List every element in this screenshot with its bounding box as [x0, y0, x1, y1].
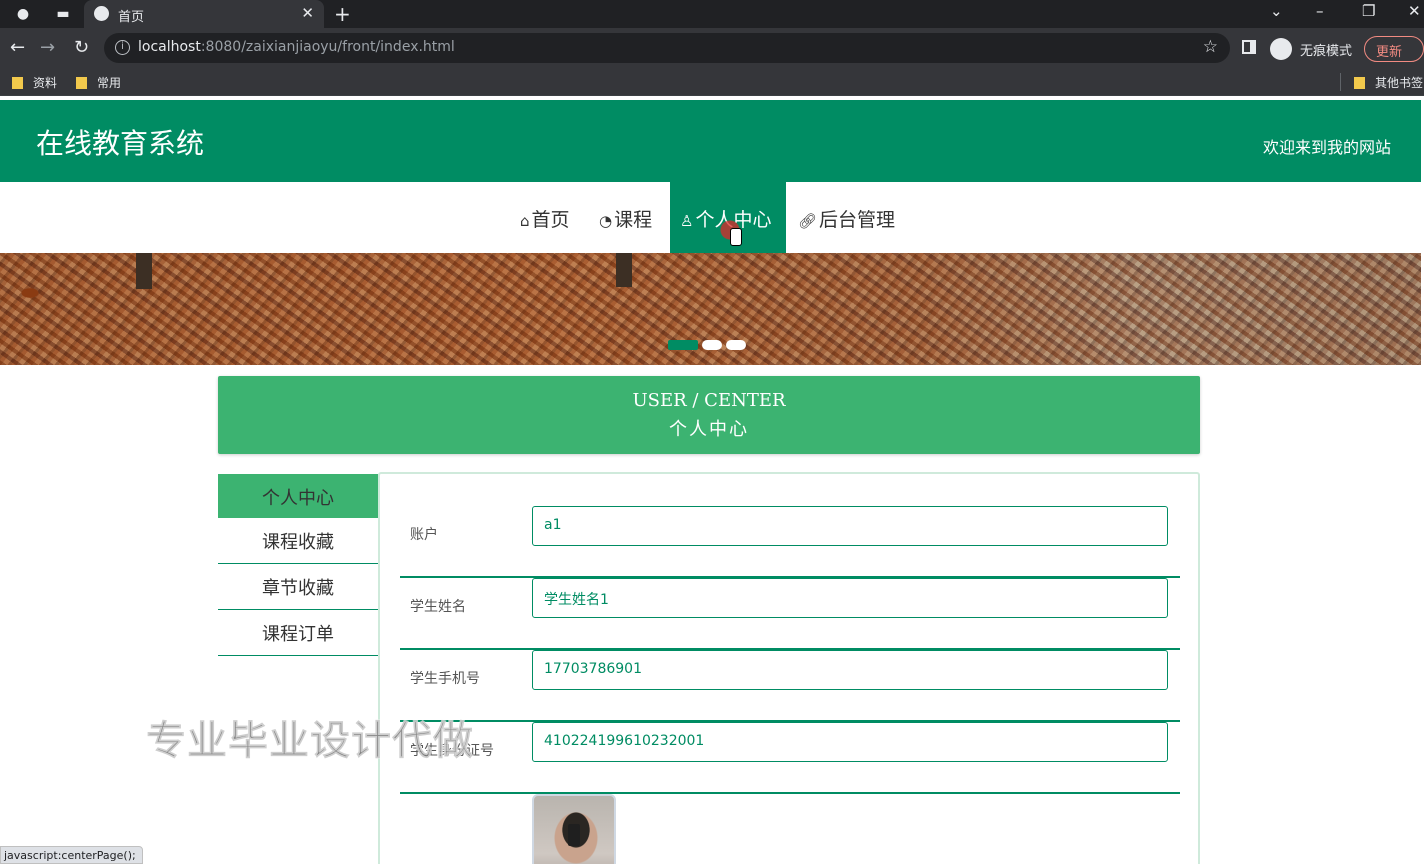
dashboard-icon: ◔ — [599, 212, 613, 230]
page-viewport: 在线教育系统 欢迎来到我的网站 ⌂首页 ◔课程 ♙个人中心 🔗︎后台管理 USE… — [0, 96, 1424, 864]
account-input[interactable]: a1 — [532, 506, 1168, 546]
window-close-icon[interactable]: ✕ — [1408, 2, 1421, 20]
main-nav: ⌂首页 ◔课程 ♙个人中心 🔗︎后台管理 — [0, 182, 1421, 253]
sidebar-item-user-center[interactable]: 个人中心 — [218, 474, 378, 518]
user-sidebar: 个人中心 课程收藏 章节收藏 课程订单 — [218, 474, 378, 656]
mouse-cursor-icon — [718, 218, 744, 246]
sidebar-item-chapter-favorites[interactable]: 章节收藏 — [218, 564, 378, 610]
carousel-dot-3[interactable] — [726, 340, 746, 350]
incognito-icon — [1270, 38, 1292, 60]
browser-tab[interactable]: 首页 ✕ — [84, 0, 324, 28]
student-name-input[interactable]: 学生姓名1 — [532, 578, 1168, 618]
user-center-header: USER / CENTER 个人中心 — [218, 376, 1200, 454]
nav-courses[interactable]: ◔ 课程 — [599, 182, 652, 253]
browser-tab-bar: ● ▬ 首页 ✕ + ⌄ – ❐ ✕ — [0, 0, 1424, 28]
nav-admin-label: 后台管理 — [819, 209, 896, 231]
user-icon: ♙ — [680, 212, 694, 230]
side-panel-icon[interactable] — [1242, 40, 1256, 54]
bookmark-folder-changyong[interactable]: 常用 — [76, 74, 121, 91]
form-row-name: 学生姓名 学生姓名1 — [400, 578, 1180, 650]
restore-icon[interactable]: ❐ — [1362, 2, 1375, 20]
update-button[interactable]: 更新 — [1364, 36, 1424, 62]
reload-icon[interactable]: ↻ — [74, 37, 89, 58]
link-icon: 🔗︎ — [798, 212, 818, 230]
minimize-icon[interactable]: – — [1316, 2, 1324, 20]
tab-close-icon[interactable]: ✕ — [301, 4, 314, 22]
bookmark-star-icon[interactable]: ☆ — [1203, 37, 1218, 57]
globe-icon — [94, 6, 109, 21]
carousel-dot-2[interactable] — [702, 340, 722, 350]
update-label: 更新 — [1376, 45, 1403, 60]
tab-title: 首页 — [118, 10, 145, 25]
bookmarks-bar: 资料 常用 其他书签 — [0, 68, 1424, 96]
nav-home-label: 首页 — [531, 209, 570, 231]
nav-courses-label: 课程 — [614, 209, 653, 231]
site-header: 在线教育系统 欢迎来到我的网站 — [0, 100, 1421, 182]
profile-form: 账户 a1 学生姓名 学生姓名1 学生手机号 17703786901 学生身份证… — [378, 472, 1200, 864]
student-phone-input[interactable]: 17703786901 — [532, 650, 1168, 690]
form-row-phone: 学生手机号 17703786901 — [400, 650, 1180, 722]
sidebar-item-course-orders[interactable]: 课程订单 — [218, 610, 378, 656]
tab-search-icon[interactable]: ▬ — [54, 5, 72, 23]
folder-icon — [12, 77, 23, 89]
incognito-label: 无痕模式 — [1300, 44, 1353, 59]
student-phone-label: 学生手机号 — [410, 671, 480, 687]
account-label: 账户 — [410, 527, 438, 543]
welcome-text: 欢迎来到我的网站 — [1262, 138, 1391, 157]
url-text[interactable]: localhost:8080/zaixianjiaoyu/front/index… — [138, 39, 455, 55]
banner-carousel[interactable] — [0, 253, 1421, 365]
browser-toolbar: ← → ↻ i localhost:8080/zaixianjiaoyu/fro… — [0, 28, 1424, 68]
other-bookmarks[interactable]: 其他书签 — [1354, 74, 1423, 91]
avatar[interactable] — [532, 794, 616, 864]
bookmark-folder-ziliao[interactable]: 资料 — [12, 74, 57, 91]
form-row-id-card: 学生身份证号 410224199610232001 — [400, 722, 1180, 794]
header-title-en: USER / CENTER — [632, 390, 786, 411]
browser-menu-icon[interactable]: ● — [14, 5, 32, 23]
site-title: 在线教育系统 — [36, 127, 205, 160]
carousel-dot-1[interactable] — [668, 340, 698, 350]
bookmarks-divider — [1340, 73, 1341, 91]
site-info-icon[interactable]: i — [115, 40, 130, 55]
nav-admin[interactable]: 🔗︎ 后台管理 — [798, 182, 895, 253]
sidebar-item-course-favorites[interactable]: 课程收藏 — [218, 518, 378, 564]
new-tab-icon[interactable]: + — [334, 2, 351, 26]
tab-list-chevron-icon[interactable]: ⌄ — [1270, 2, 1283, 20]
nav-home[interactable]: ⌂ 首页 — [520, 182, 570, 253]
carousel-indicators — [668, 335, 750, 354]
banner-image-detail — [616, 253, 632, 287]
banner-image-detail — [136, 253, 152, 289]
address-bar[interactable]: i localhost:8080/zaixianjiaoyu/front/ind… — [104, 33, 1230, 63]
link-status-bar: javascript:centerPage(); — [0, 846, 143, 864]
header-title-cn: 个人中心 — [669, 419, 749, 440]
form-row-account: 账户 a1 — [400, 506, 1180, 578]
folder-icon — [1354, 77, 1365, 89]
student-id-input[interactable]: 410224199610232001 — [532, 722, 1168, 762]
watermark-overlay: 专业毕业设计代做 — [146, 718, 474, 765]
back-icon[interactable]: ← — [10, 37, 25, 58]
student-name-label: 学生姓名 — [410, 599, 466, 615]
folder-icon — [76, 77, 87, 89]
forward-icon[interactable]: → — [40, 37, 55, 58]
home-icon: ⌂ — [520, 212, 530, 230]
